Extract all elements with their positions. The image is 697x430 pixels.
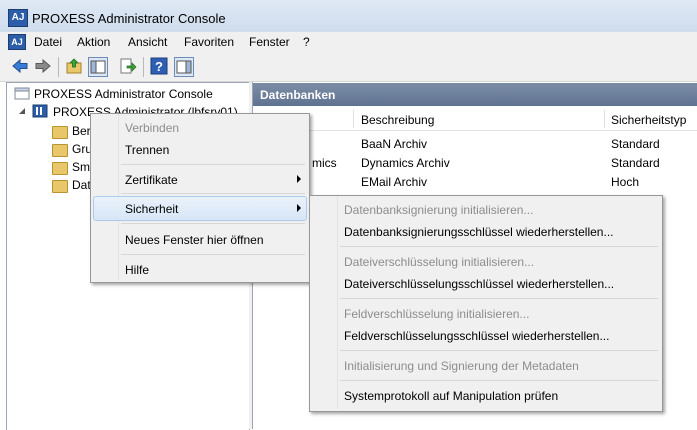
menu-ansicht[interactable]: Ansicht — [128, 35, 167, 49]
submenu-arrow-icon — [297, 175, 301, 183]
toolbar-separator — [58, 57, 59, 77]
submenu-arrow-icon — [297, 204, 301, 212]
column-separator[interactable] — [353, 110, 354, 128]
submenu-item-file-encryption-key-restore[interactable]: Dateiverschlüsselungsschlüssel wiederher… — [344, 277, 614, 291]
show-hide-tree-icon[interactable] — [88, 57, 108, 77]
export-list-icon[interactable] — [119, 57, 137, 75]
tree-item[interactable]: Gru — [72, 142, 92, 156]
menu-item-trennen[interactable]: Trennen — [125, 143, 169, 157]
submenu-gutter — [337, 196, 338, 409]
cell-security-type[interactable]: Standard — [611, 156, 660, 170]
cell-name-partial: mics — [312, 156, 337, 170]
submenu-item-db-signing-init: Datenbanksignierung initialisieren... — [344, 203, 534, 217]
column-separator[interactable] — [604, 110, 605, 128]
console-root-icon — [14, 87, 30, 100]
system-menu-icon[interactable]: AJ — [8, 34, 26, 50]
submenu-item-metadata-init: Initialisierung und Signierung der Metad… — [344, 359, 579, 373]
menu-separator — [121, 164, 305, 165]
submenu-item-db-signing-key-restore[interactable]: Datenbanksignierungsschlüssel wiederhers… — [344, 225, 613, 239]
show-hide-action-pane-icon[interactable] — [174, 57, 194, 77]
tree-collapse-icon[interactable] — [18, 107, 27, 116]
menu-item-verbinden: Verbinden — [125, 121, 180, 135]
folder-icon — [52, 126, 68, 139]
menu-separator — [340, 350, 658, 351]
svg-text:?: ? — [155, 59, 163, 74]
cell-security-type[interactable]: Standard — [611, 137, 660, 151]
menu-item-zertifikate[interactable]: Zertifikate — [125, 173, 178, 187]
help-icon[interactable]: ? — [150, 57, 168, 75]
menu-separator — [340, 380, 658, 381]
submenu-item-check-system-log[interactable]: Systemprotokoll auf Manipulation prüfen — [344, 389, 558, 403]
menu-separator — [121, 254, 305, 255]
cell-security-type[interactable]: Hoch — [611, 175, 639, 189]
toolbar-separator — [143, 57, 144, 77]
menu-fenster[interactable]: Fenster — [249, 35, 290, 49]
menu-datei[interactable]: Datei — [34, 35, 62, 49]
menu-aktion[interactable]: Aktion — [77, 35, 110, 49]
menu-help[interactable]: ? — [303, 35, 310, 49]
back-arrow-icon[interactable] — [11, 57, 29, 75]
result-pane-header: Datenbanken — [253, 83, 697, 106]
menu-favoriten[interactable]: Favoriten — [184, 35, 234, 49]
result-pane-title: Datenbanken — [260, 88, 336, 102]
menu-item-neues-fenster[interactable]: Neues Fenster hier öffnen — [125, 233, 264, 247]
cell-description[interactable]: EMail Archiv — [361, 175, 427, 189]
folder-icon — [52, 162, 68, 175]
menu-item-sicherheit[interactable]: Sicherheit — [125, 202, 178, 216]
submenu-item-file-encryption-init: Dateiverschlüsselung initialisieren... — [344, 255, 535, 269]
window-title: PROXESS Administrator Console — [32, 11, 226, 26]
folder-icon — [52, 180, 68, 193]
app-icon[interactable]: AJ — [8, 9, 28, 27]
forward-arrow-icon[interactable] — [34, 57, 52, 75]
tree-item[interactable]: Ber — [72, 124, 91, 138]
menu-separator — [340, 298, 658, 299]
up-folder-icon[interactable] — [65, 57, 83, 75]
tree-root-label[interactable]: PROXESS Administrator Console — [34, 87, 213, 101]
folder-icon — [52, 144, 68, 157]
submenu-item-field-encryption-init: Feldverschlüsselung initialisieren... — [344, 307, 530, 321]
cell-description[interactable]: Dynamics Archiv — [361, 156, 450, 170]
submenu-item-field-encryption-key-restore[interactable]: Feldverschlüsselungsschlüssel wiederhers… — [344, 329, 609, 343]
column-header-security-type[interactable]: Sicherheitstyp — [611, 113, 686, 127]
tree-item[interactable]: Dat — [72, 178, 91, 192]
server-icon — [32, 104, 48, 118]
cell-description[interactable]: BaaN Archiv — [361, 137, 427, 151]
column-header-description[interactable]: Beschreibung — [361, 113, 434, 127]
menu-separator — [121, 223, 305, 224]
menu-item-hilfe[interactable]: Hilfe — [125, 263, 149, 277]
menu-separator — [121, 193, 305, 194]
menu-separator — [340, 246, 658, 247]
